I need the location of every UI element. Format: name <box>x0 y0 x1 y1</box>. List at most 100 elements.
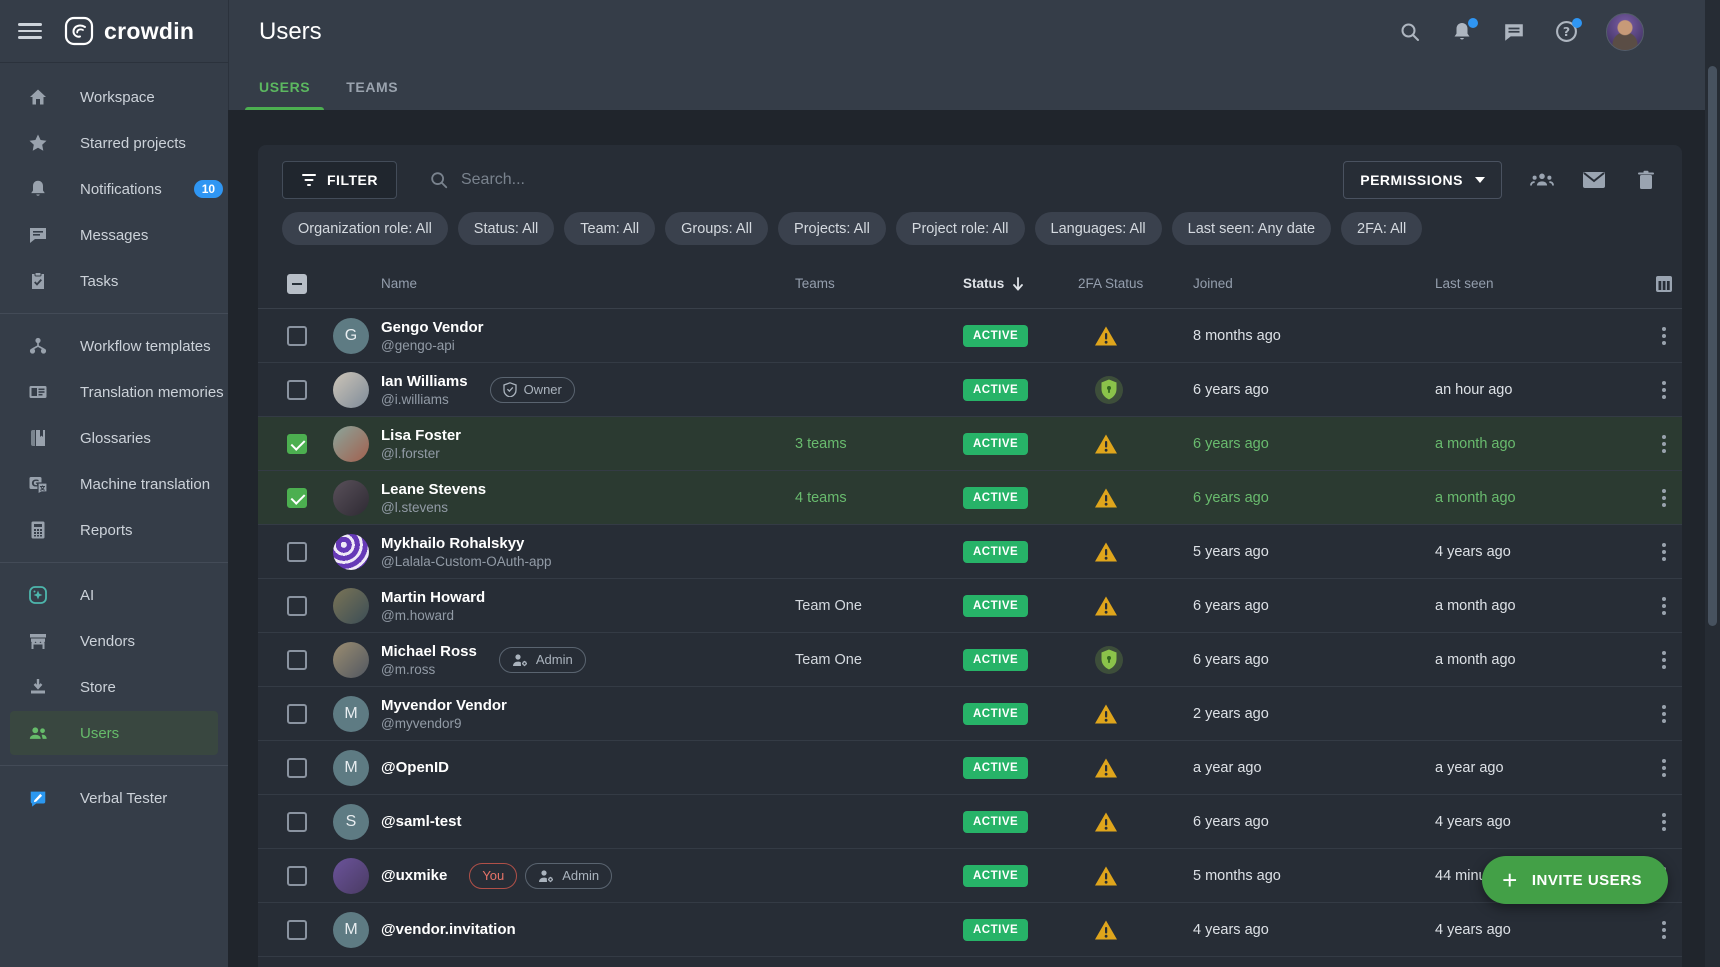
table-row[interactable]: Michael Ross @m.ross Admin Team One ACTI… <box>258 633 1682 687</box>
table-row[interactable]: M @OpenID ACTIVE a year ago a year ago <box>258 741 1682 795</box>
select-all-checkbox[interactable] <box>287 274 307 294</box>
row-menu-icon[interactable] <box>1652 597 1676 615</box>
sidebar-item-starred-projects[interactable]: Starred projects <box>10 121 218 165</box>
messages-icon[interactable] <box>1502 20 1526 44</box>
user-name: Lisa Foster <box>381 427 461 444</box>
table-row[interactable]: G Gengo Vendor @gengo-api ACTIVE 8 month… <box>258 309 1682 363</box>
sidebar-item-reports[interactable]: Reports <box>10 508 218 552</box>
menu-toggle-icon[interactable] <box>18 19 42 43</box>
row-checkbox[interactable] <box>287 704 307 724</box>
sidebar-item-messages[interactable]: Messages <box>10 213 218 257</box>
sidebar-item-label: Workspace <box>80 89 155 106</box>
table-row[interactable]: Lisa Foster @l.forster 3 teams ACTIVE 6 … <box>258 417 1682 471</box>
row-menu-icon[interactable] <box>1652 489 1676 507</box>
delete-icon[interactable] <box>1634 168 1658 192</box>
column-header-joined[interactable]: Joined <box>1193 276 1435 291</box>
table-row[interactable]: M @vendor.invitation ACTIVE 4 years ago … <box>258 903 1682 957</box>
notifications-bell-icon[interactable] <box>1450 20 1474 44</box>
row-menu-icon[interactable] <box>1652 813 1676 831</box>
filter-chip[interactable]: Projects: All <box>778 212 886 245</box>
add-to-group-icon[interactable] <box>1530 168 1554 192</box>
row-checkbox[interactable] <box>287 812 307 832</box>
table-row[interactable]: S @saml-test ACTIVE 6 years ago 4 years … <box>258 795 1682 849</box>
invite-users-button[interactable]: + INVITE USERS <box>1482 856 1668 904</box>
store-icon <box>28 677 48 697</box>
sidebar-item-store[interactable]: Store <box>10 665 218 709</box>
sidebar-divider <box>0 313 228 314</box>
column-header-status[interactable]: Status <box>963 276 1078 291</box>
filter-chip[interactable]: Last seen: Any date <box>1172 212 1331 245</box>
column-header-2fa[interactable]: 2FA Status <box>1078 276 1193 291</box>
filter-chip[interactable]: Team: All <box>564 212 655 245</box>
search-input[interactable] <box>461 171 761 189</box>
row-menu-icon[interactable] <box>1652 435 1676 453</box>
table-row[interactable]: Mykhailo Rohalskyy @Lalala-Custom-OAuth-… <box>258 525 1682 579</box>
sidebar-item-vendors[interactable]: Vendors <box>10 619 218 663</box>
search-icon[interactable] <box>1398 20 1422 44</box>
column-header-teams[interactable]: Teams <box>795 276 963 291</box>
user-avatar[interactable] <box>1606 13 1644 51</box>
filter-chip[interactable]: 2FA: All <box>1341 212 1422 245</box>
filter-chip[interactable]: Project role: All <box>896 212 1025 245</box>
column-header-last-seen[interactable]: Last seen <box>1435 276 1640 291</box>
table-row[interactable]: Ian Williams @i.williams Owner ACTIVE 6 … <box>258 363 1682 417</box>
row-menu-icon[interactable] <box>1652 921 1676 939</box>
badge-you: You <box>469 863 517 889</box>
joined-cell: 6 years ago <box>1193 436 1435 452</box>
row-checkbox[interactable] <box>287 434 307 454</box>
row-checkbox[interactable] <box>287 758 307 778</box>
sidebar-item-machine-translation[interactable]: G Machine translation <box>10 462 218 506</box>
crowdin-logo[interactable]: crowdin <box>64 16 194 46</box>
sidebar-item-workspace[interactable]: Workspace <box>10 75 218 119</box>
sort-desc-icon <box>1012 277 1024 291</box>
brand-name: crowdin <box>104 18 194 45</box>
column-header-name[interactable]: Name <box>381 276 795 291</box>
row-menu-icon[interactable] <box>1652 543 1676 561</box>
scrollbar-thumb[interactable] <box>1708 66 1717 626</box>
row-checkbox[interactable] <box>287 650 307 670</box>
table-row[interactable]: Leane Stevens @l.stevens 4 teams ACTIVE … <box>258 471 1682 525</box>
row-menu-icon[interactable] <box>1652 327 1676 345</box>
filter-chip[interactable]: Status: All <box>458 212 554 245</box>
filter-chip[interactable]: Organization role: All <box>282 212 448 245</box>
row-checkbox[interactable] <box>287 326 307 346</box>
sidebar-item-glossaries[interactable]: Glossaries <box>10 416 218 460</box>
row-menu-icon[interactable] <box>1652 381 1676 399</box>
columns-settings-icon[interactable] <box>1652 272 1676 296</box>
filter-chip[interactable]: Groups: All <box>665 212 768 245</box>
row-menu-icon[interactable] <box>1652 651 1676 669</box>
sidebar-item-users[interactable]: Users <box>10 711 218 755</box>
sidebar-item-ai[interactable]: AI <box>10 573 218 617</box>
sidebar-item-label: Store <box>80 679 116 696</box>
sidebar-item-translation-memories[interactable]: Translation memories <box>10 370 218 414</box>
table-row[interactable]: Martin Howard @m.howard Team One ACTIVE … <box>258 579 1682 633</box>
row-checkbox[interactable] <box>287 380 307 400</box>
teams-cell[interactable]: 3 teams <box>795 436 963 452</box>
sidebar-item-verbal-tester[interactable]: Verbal Tester <box>10 776 218 820</box>
joined-cell: 6 years ago <box>1193 382 1435 398</box>
filter-chip[interactable]: Languages: All <box>1035 212 1162 245</box>
row-menu-icon[interactable] <box>1652 759 1676 777</box>
row-checkbox[interactable] <box>287 542 307 562</box>
help-icon[interactable]: ? <box>1554 20 1578 44</box>
sidebar-item-workflow-templates[interactable]: Workflow templates <box>10 324 218 368</box>
tab-teams[interactable]: TEAMS <box>332 63 412 110</box>
sidebar-item-notifications[interactable]: Notifications 10 <box>10 167 218 211</box>
twofa-warning-icon <box>1094 595 1118 617</box>
tab-users[interactable]: USERS <box>245 63 324 110</box>
row-checkbox[interactable] <box>287 866 307 886</box>
row-checkbox[interactable] <box>287 596 307 616</box>
row-menu-icon[interactable] <box>1652 705 1676 723</box>
sidebar-item-tasks[interactable]: Tasks <box>10 259 218 303</box>
table-row[interactable]: M Myvendor Vendor @myvendor9 ACTIVE 2 ye… <box>258 687 1682 741</box>
row-checkbox[interactable] <box>287 488 307 508</box>
filter-button[interactable]: FILTER <box>282 161 397 199</box>
permissions-dropdown[interactable]: PERMISSIONS <box>1343 161 1502 199</box>
last-seen-cell: a month ago <box>1435 436 1640 452</box>
teams-cell[interactable]: 4 teams <box>795 490 963 506</box>
row-checkbox[interactable] <box>287 920 307 940</box>
user-name: Mykhailo Rohalskyy <box>381 535 552 552</box>
scrollbar-track[interactable] <box>1705 0 1720 967</box>
table-row[interactable]: @uxmike YouAdmin ACTIVE 5 months ago 44 … <box>258 849 1682 903</box>
email-icon[interactable] <box>1582 168 1606 192</box>
